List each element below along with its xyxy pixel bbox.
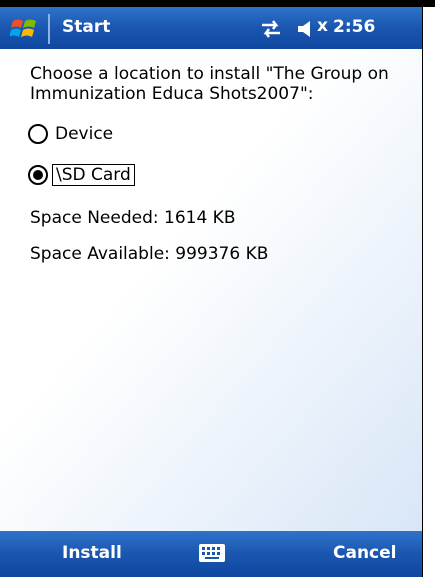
screen-frame — [0, 0, 423, 577]
